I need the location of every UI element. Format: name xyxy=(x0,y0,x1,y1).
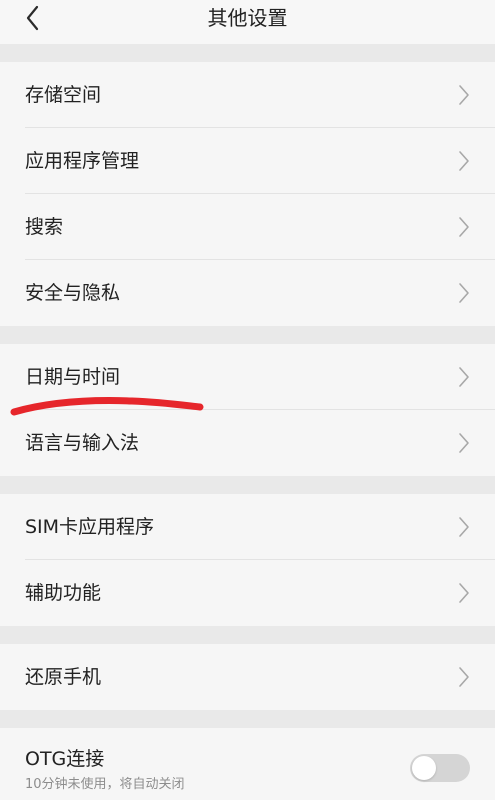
settings-item-sim-apps[interactable]: SIM卡应用程序 xyxy=(0,494,495,560)
chevron-right-icon xyxy=(459,151,469,171)
navigation-header: 其他设置 xyxy=(0,0,495,44)
toggle-knob xyxy=(412,756,436,780)
settings-item-storage[interactable]: 存储空间 xyxy=(0,62,495,128)
page-title: 其他设置 xyxy=(207,6,288,30)
otg-subtitle: 10分钟未使用，将自动关闭 xyxy=(25,777,185,792)
chevron-right-icon xyxy=(459,667,469,687)
chevron-right-icon xyxy=(459,433,469,453)
chevron-right-icon xyxy=(459,583,469,603)
settings-item-label: 日期与时间 xyxy=(25,366,121,388)
settings-item-search[interactable]: 搜索 xyxy=(0,194,495,260)
chevron-right-icon xyxy=(459,217,469,237)
section-gap xyxy=(0,476,495,494)
settings-item-label: 安全与隐私 xyxy=(25,282,121,304)
settings-item-label: 辅助功能 xyxy=(25,582,102,604)
settings-item-date-time[interactable]: 日期与时间 xyxy=(0,344,495,410)
settings-item-label: 还原手机 xyxy=(25,666,102,688)
settings-item-security-privacy[interactable]: 安全与隐私 xyxy=(0,260,495,326)
chevron-right-icon xyxy=(459,517,469,537)
section-gap xyxy=(0,44,495,62)
settings-item-app-management[interactable]: 应用程序管理 xyxy=(0,128,495,194)
settings-item-label: 语言与输入法 xyxy=(25,432,140,454)
chevron-right-icon xyxy=(459,283,469,303)
settings-screen: 其他设置 存储空间 应用程序管理 搜索 安全与隐私 日期与时间 语言与输入法 S… xyxy=(0,0,495,800)
chevron-right-icon xyxy=(459,367,469,387)
chevron-right-icon xyxy=(459,85,469,105)
section-gap xyxy=(0,626,495,644)
settings-item-label: SIM卡应用程序 xyxy=(25,516,155,538)
otg-title: OTG连接 xyxy=(25,748,105,770)
section-gap xyxy=(0,710,495,728)
settings-item-label: 应用程序管理 xyxy=(25,150,140,172)
settings-item-reset-phone[interactable]: 还原手机 xyxy=(0,644,495,710)
settings-item-label: 搜索 xyxy=(25,216,64,238)
settings-item-accessibility[interactable]: 辅助功能 xyxy=(0,560,495,626)
otg-toggle[interactable] xyxy=(410,754,470,782)
settings-item-language-input[interactable]: 语言与输入法 xyxy=(0,410,495,476)
section-gap xyxy=(0,326,495,344)
settings-item-label: 存储空间 xyxy=(25,84,102,106)
